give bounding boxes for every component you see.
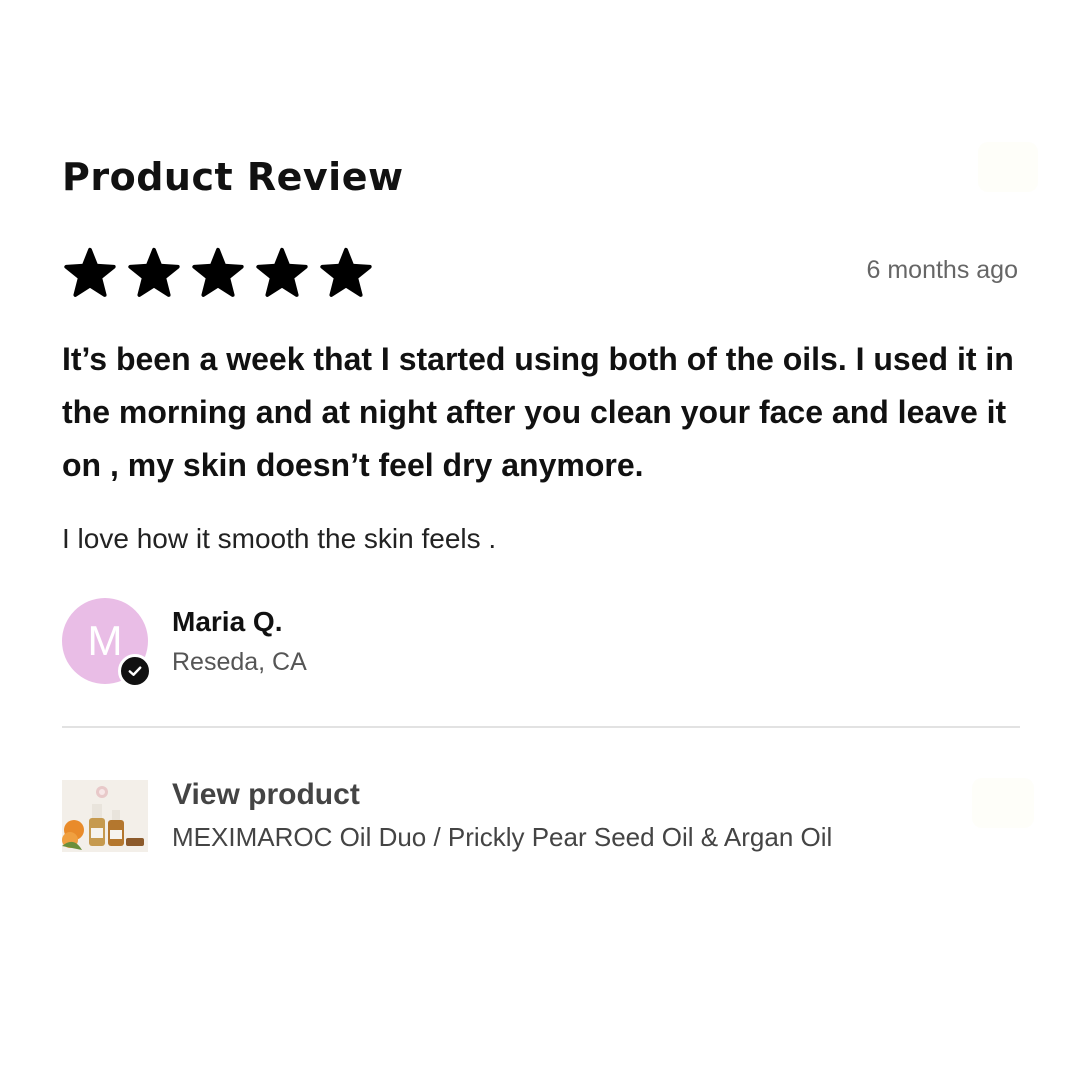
rating-row: 6 months ago <box>62 246 1020 304</box>
star-icon <box>320 247 372 297</box>
page-title: Product Review <box>62 155 404 199</box>
reviewer-location: Reseda, CA <box>172 648 307 676</box>
review-headline: It’s been a week that I started using bo… <box>62 341 1014 483</box>
reviewer-info: M Maria Q. Reseda, CA <box>62 598 662 688</box>
decorative-faded-element <box>972 778 1034 828</box>
star-icon <box>256 247 308 297</box>
decorative-faded-element <box>978 142 1038 192</box>
product-thumbnail[interactable] <box>62 780 148 852</box>
star-rating <box>62 246 374 302</box>
review-body: I love how it smooth the skin feels . <box>62 523 497 554</box>
star-icon <box>128 247 180 297</box>
product-name: MEXIMAROC Oil Duo / Prickly Pear Seed Oi… <box>172 822 833 852</box>
review-card: Product Review 6 months ago It’s been a … <box>62 142 1038 852</box>
star-icon <box>192 247 244 297</box>
view-product-link[interactable]: View product <box>172 778 360 812</box>
reviewer-name: Maria Q. <box>172 606 283 637</box>
divider <box>62 726 1020 728</box>
avatar: M <box>62 598 152 688</box>
product-row[interactable]: View product MEXIMAROC Oil Duo / Prickly… <box>62 778 1034 858</box>
avatar-initial: M <box>87 617 123 664</box>
star-icon <box>64 247 116 297</box>
review-date: 6 months ago <box>866 256 1019 284</box>
verified-check-icon <box>118 654 152 688</box>
